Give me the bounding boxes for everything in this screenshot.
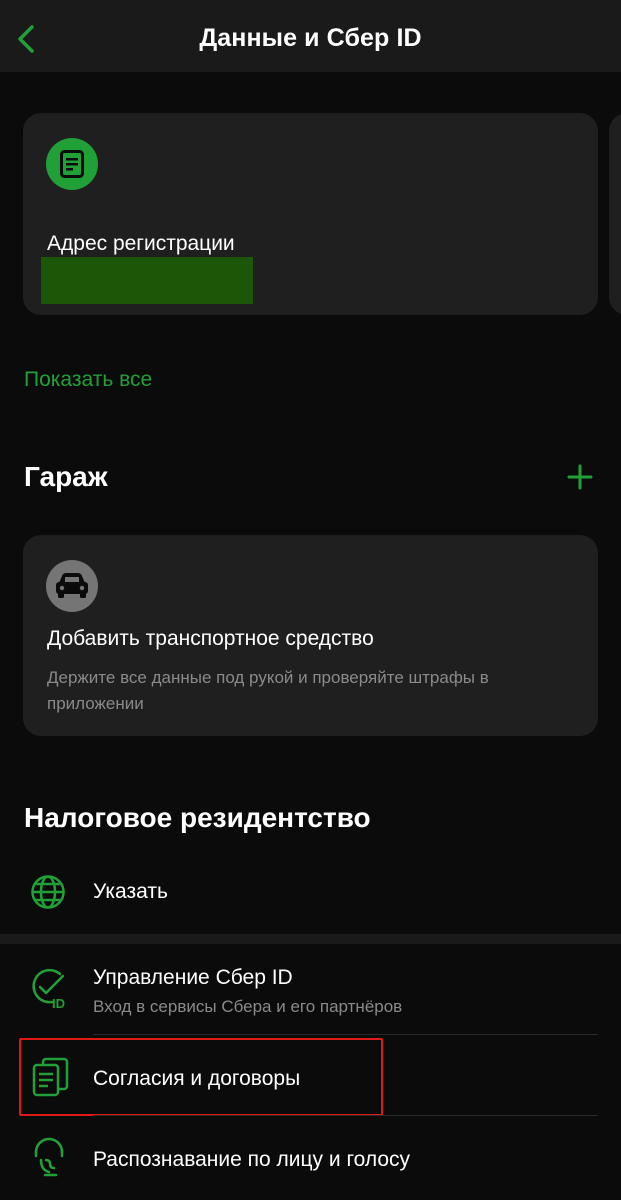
- tax-residency-title: Налоговое резидентство: [24, 802, 371, 833]
- top-bar: Данные и Сбер ID: [0, 0, 621, 72]
- globe-icon: [30, 874, 66, 915]
- face-voice-icon: [30, 1136, 68, 1183]
- divider: [93, 1115, 598, 1116]
- menu-item-sber-id[interactable]: ID Управление Сбер ID Вход в сервисы Сбе…: [0, 958, 621, 1028]
- add-vehicle-title: Добавить транспортное средство: [47, 627, 374, 650]
- svg-text:ID: ID: [52, 996, 65, 1010]
- show-all-link[interactable]: Показать все: [24, 368, 152, 392]
- registration-address-label: Адрес регистрации: [47, 232, 235, 255]
- page-title: Данные и Сбер ID: [199, 24, 422, 52]
- menu-item-sublabel: Вход в сервисы Сбера и его партнёров: [93, 997, 403, 1016]
- next-document-card[interactable]: [609, 113, 621, 315]
- redacted-address-value: [41, 257, 253, 304]
- specify-tax-residency-row[interactable]: Указать: [0, 868, 621, 918]
- menu-item-label: Управление Сбер ID: [93, 966, 293, 989]
- specify-label: Указать: [93, 880, 168, 903]
- add-vehicle-card[interactable]: Добавить транспортное средство Держите в…: [23, 535, 598, 736]
- highlight-frame: [19, 1038, 383, 1116]
- plus-icon[interactable]: [566, 463, 594, 491]
- divider: [93, 1034, 598, 1035]
- car-icon: [46, 560, 98, 612]
- add-vehicle-description: Держите все данные под рукой и проверяйт…: [47, 668, 489, 713]
- sber-id-check-icon: ID: [30, 968, 72, 1015]
- document-icon: [46, 138, 98, 190]
- garage-title: Гараж: [24, 461, 108, 492]
- menu-item-face-voice[interactable]: Распознавание по лицу и голосу: [0, 1128, 621, 1194]
- menu-item-label: Распознавание по лицу и голосу: [93, 1148, 411, 1171]
- section-divider: [0, 934, 621, 944]
- registration-address-card[interactable]: Адрес регистрации: [23, 113, 598, 315]
